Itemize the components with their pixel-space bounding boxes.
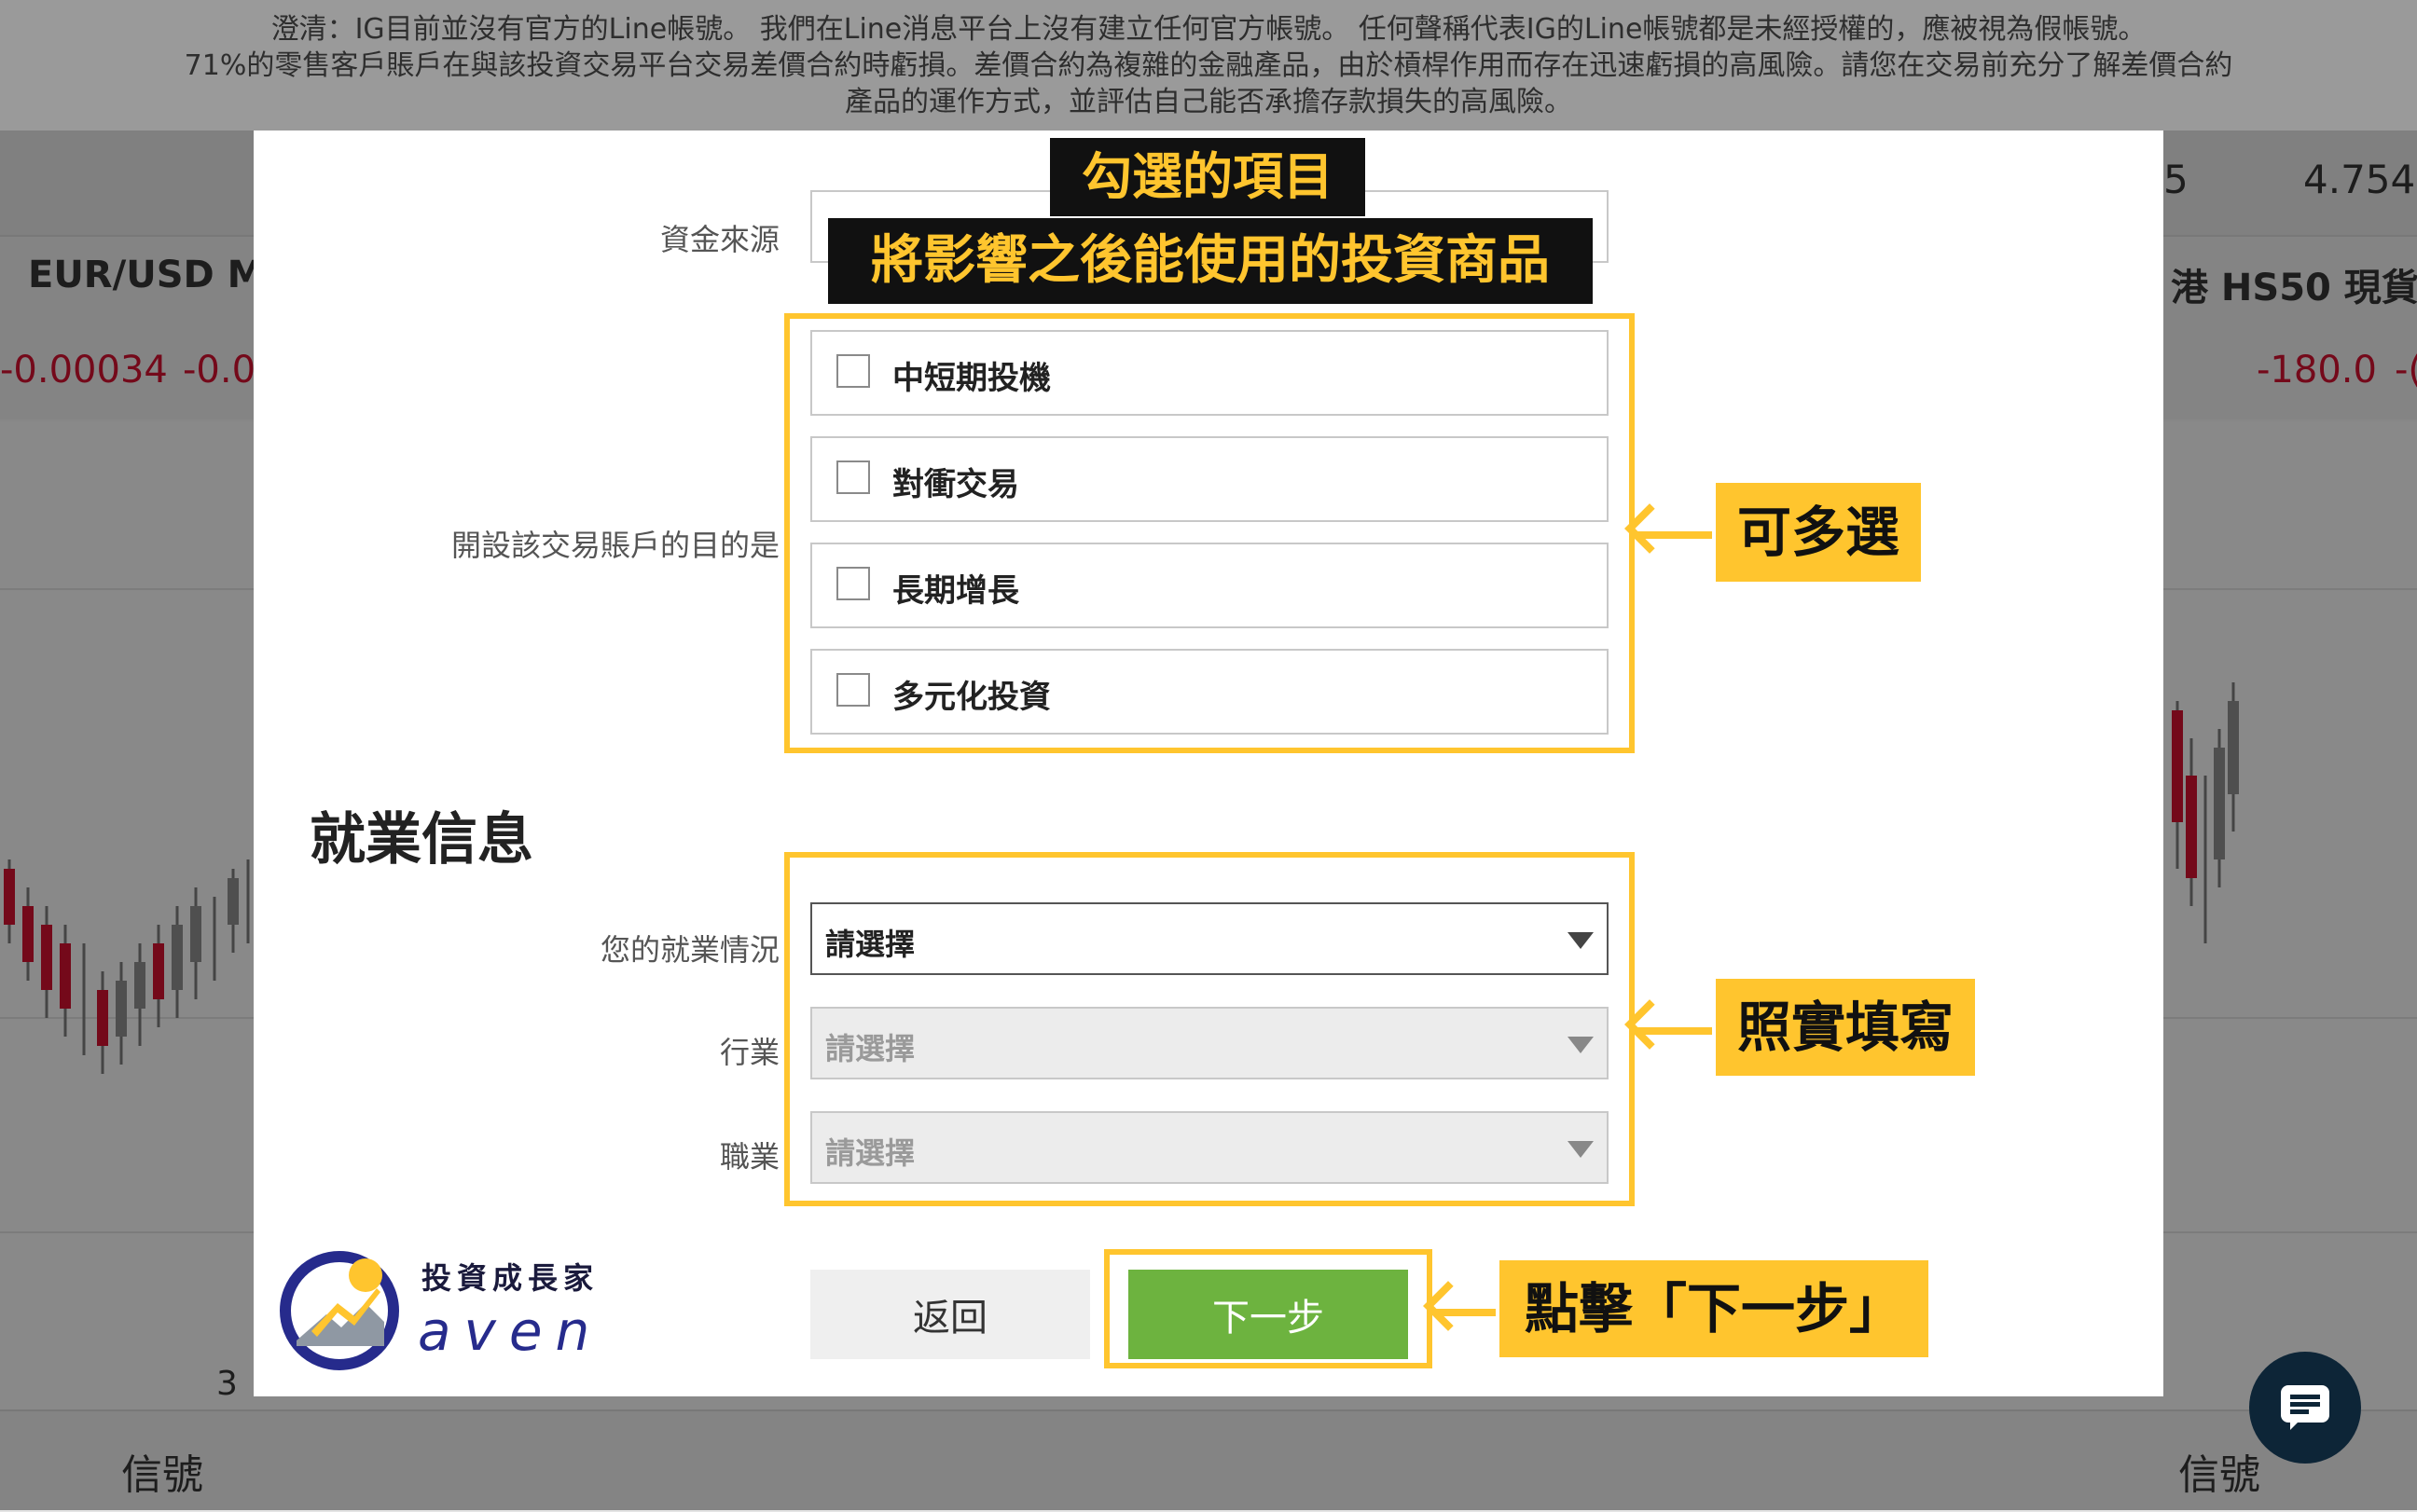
highlight-next-button xyxy=(1104,1249,1432,1368)
disclaimer-line-1: 澄清：IG目前並沒有官方的Line帳號。 我們在Line消息平台上沒有建立任何官… xyxy=(270,13,2147,46)
arrow-left-icon xyxy=(1436,1309,1496,1316)
highlight-purpose-options xyxy=(784,313,1635,753)
annotation-fill-truthfully: 照實填寫 xyxy=(1716,979,1975,1076)
disclaimer-line-3: 產品的運作方式，並評估自己能否承擔存款損失的高風險。 xyxy=(845,86,1572,118)
risk-disclaimer-banner: 澄清：IG目前並沒有官方的Line帳號。 我們在Line消息平台上沒有建立任何官… xyxy=(0,0,2417,131)
chat-button[interactable] xyxy=(2249,1352,2361,1464)
fund-source-label: 資金來源 xyxy=(659,222,780,257)
annotation-click-next: 點擊「下一步」 xyxy=(1499,1260,1928,1357)
annotation-header-line-2: 將影響之後能使用的投資商品 xyxy=(828,218,1593,304)
aven-logo: 投資成長家 aven xyxy=(280,1249,615,1380)
logo-emblem-icon xyxy=(280,1251,399,1370)
arrow-left-icon xyxy=(1637,1027,1712,1035)
chat-icon xyxy=(2281,1385,2329,1430)
industry-label: 行業 xyxy=(719,1035,780,1070)
annotation-multi-select: 可多選 xyxy=(1716,483,1921,582)
highlight-employment-fields xyxy=(784,852,1635,1206)
logo-chinese-text: 投資成長家 xyxy=(421,1260,600,1296)
back-button[interactable]: 返回 xyxy=(810,1270,1090,1359)
arrow-left-icon xyxy=(1637,531,1712,539)
annotation-header-line-1: 勾選的項目 xyxy=(1050,138,1365,216)
employment-section-title: 就業信息 xyxy=(310,807,533,873)
account-purpose-label: 開設該交易賬戶的目的是 xyxy=(450,528,780,563)
occupation-label: 職業 xyxy=(719,1139,780,1175)
employment-status-label: 您的就業情況 xyxy=(600,932,780,968)
logo-english-text: aven xyxy=(418,1299,603,1363)
disclaimer-line-2: 71%的零售客戶賬戶在與該投資交易平台交易差價合約時虧損。差價合約為複雜的金融產… xyxy=(184,49,2233,82)
